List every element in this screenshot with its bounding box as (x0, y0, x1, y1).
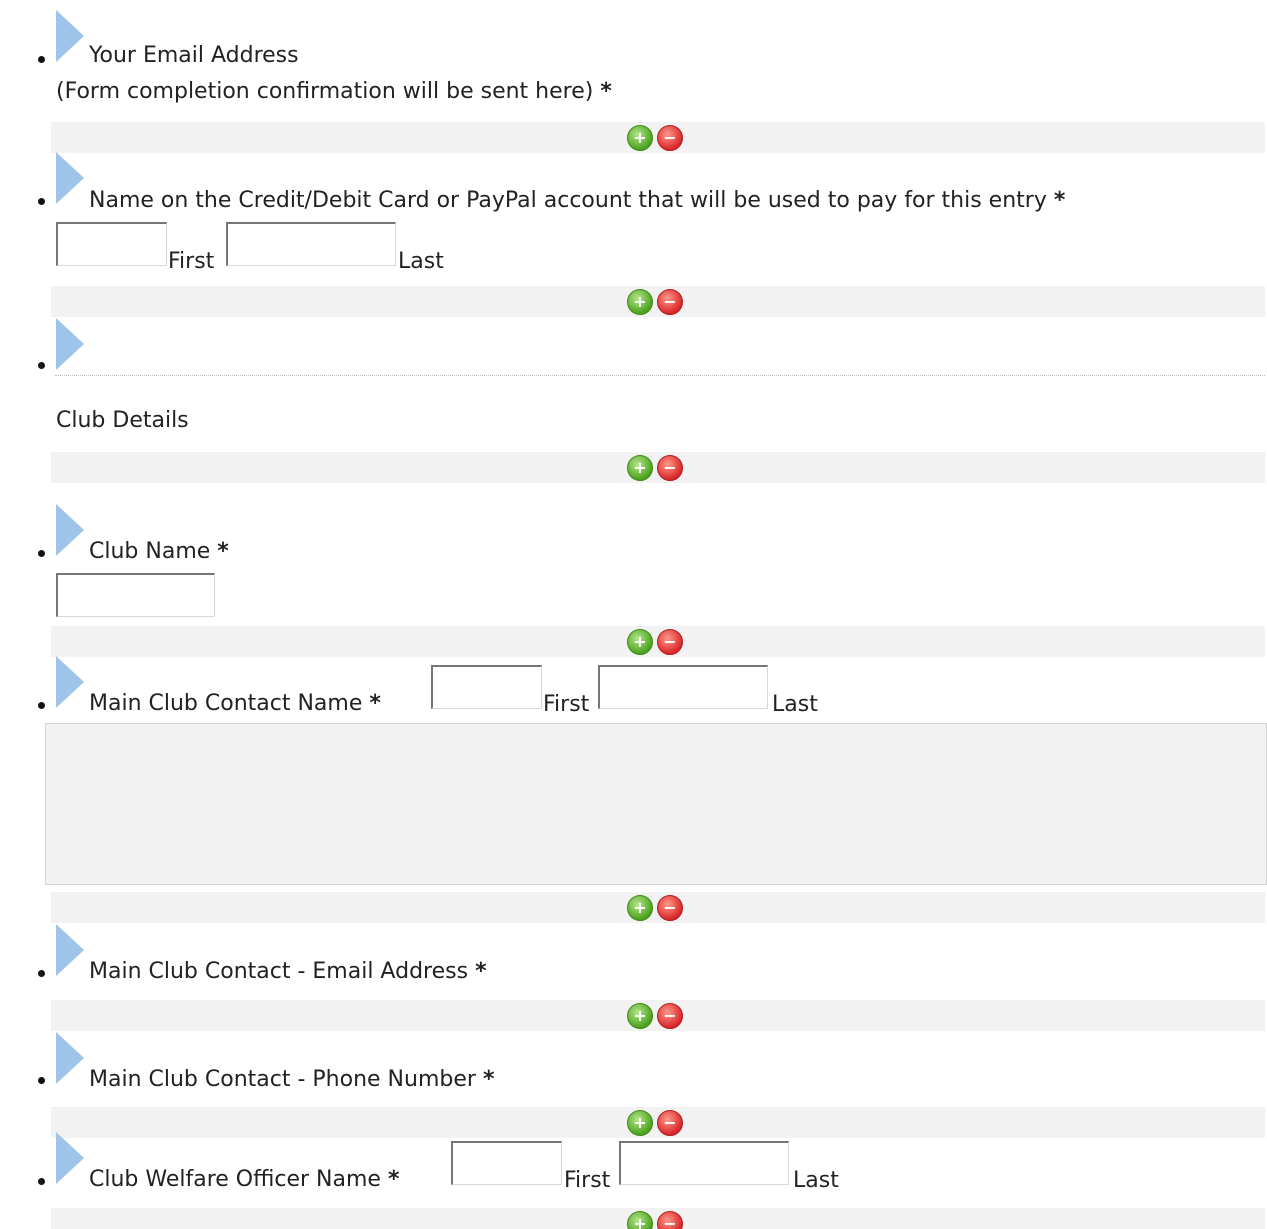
remove-item-icon[interactable]: − (657, 125, 683, 151)
last-name-input[interactable] (226, 222, 396, 266)
item-toolbar: + − (51, 1208, 1265, 1229)
section-divider (55, 375, 1265, 376)
list-bullet (38, 1077, 45, 1084)
remove-item-icon[interactable]: − (657, 1211, 683, 1229)
add-item-icon[interactable]: + (627, 629, 653, 655)
required-asterisk: * (1053, 188, 1066, 213)
section-title: Club Details (56, 408, 189, 433)
triangle-marker-icon (56, 924, 84, 976)
last-label: Last (772, 692, 818, 717)
list-bullet (38, 550, 45, 557)
remove-item-icon[interactable]: − (657, 629, 683, 655)
field-label: Main Club Contact - Phone Number * (89, 1067, 495, 1092)
list-bullet (38, 362, 45, 369)
required-asterisk: * (217, 539, 229, 564)
remove-item-icon[interactable]: − (657, 1110, 683, 1136)
add-item-icon[interactable]: + (627, 1211, 653, 1229)
item-toolbar: + − (51, 1107, 1265, 1138)
triangle-marker-icon (56, 10, 84, 62)
item-toolbar: + − (51, 626, 1265, 657)
field-label: Name on the Credit/Debit Card or PayPal … (89, 188, 1066, 213)
list-bullet (38, 970, 45, 977)
remove-item-icon[interactable]: − (657, 895, 683, 921)
triangle-marker-icon (56, 656, 84, 708)
field-label: Club Welfare Officer Name * (89, 1167, 400, 1192)
required-asterisk: * (482, 1067, 495, 1092)
item-toolbar: + − (51, 286, 1265, 317)
add-item-icon[interactable]: + (627, 455, 653, 481)
last-name-input[interactable] (619, 1141, 789, 1185)
last-label: Last (793, 1168, 839, 1193)
first-name-input[interactable] (431, 665, 542, 709)
triangle-marker-icon (56, 1132, 84, 1184)
list-bullet (38, 702, 45, 709)
first-label: First (543, 692, 590, 717)
add-item-icon[interactable]: + (627, 1110, 653, 1136)
field-subtext: (Form completion confirmation will be se… (56, 79, 612, 104)
triangle-marker-icon (56, 152, 84, 204)
triangle-marker-icon (56, 1032, 84, 1084)
triangle-marker-icon (56, 318, 84, 370)
remove-item-icon[interactable]: − (657, 1003, 683, 1029)
field-label: Main Club Contact - Email Address * (89, 959, 487, 984)
item-toolbar: + − (51, 1000, 1265, 1031)
add-item-icon[interactable]: + (627, 1003, 653, 1029)
add-item-icon[interactable]: + (627, 125, 653, 151)
first-name-input[interactable] (56, 222, 167, 266)
item-toolbar: + − (51, 122, 1265, 153)
club-name-input[interactable] (56, 573, 215, 617)
first-label: First (168, 249, 215, 274)
list-bullet (38, 56, 45, 63)
first-name-input[interactable] (451, 1141, 562, 1185)
item-toolbar: + − (51, 452, 1265, 483)
last-label: Last (398, 249, 444, 274)
required-asterisk: * (369, 691, 381, 716)
add-item-icon[interactable]: + (627, 289, 653, 315)
last-name-input[interactable] (598, 665, 768, 709)
list-bullet (38, 198, 45, 205)
triangle-marker-icon (56, 504, 84, 556)
required-asterisk: * (475, 959, 487, 984)
first-label: First (564, 1168, 611, 1193)
list-bullet (38, 1178, 45, 1185)
remove-item-icon[interactable]: − (657, 455, 683, 481)
drop-placeholder-panel (45, 723, 1267, 885)
required-asterisk: * (600, 79, 612, 104)
field-label: Your Email Address (89, 43, 299, 68)
required-asterisk: * (387, 1167, 400, 1192)
item-toolbar: + − (51, 892, 1265, 923)
field-label: Club Name * (89, 539, 229, 564)
add-item-icon[interactable]: + (627, 895, 653, 921)
field-label: Main Club Contact Name * (89, 691, 381, 716)
remove-item-icon[interactable]: − (657, 289, 683, 315)
